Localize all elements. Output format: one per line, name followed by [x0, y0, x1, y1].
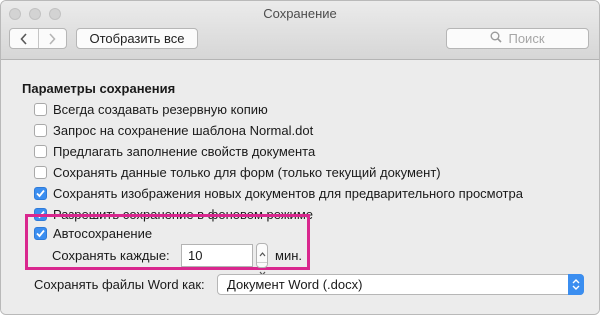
option-save-form-data-only[interactable]: Сохранять данные только для форм (только…	[34, 164, 441, 180]
magnifier-icon	[490, 30, 503, 48]
checkbox[interactable]	[34, 186, 47, 200]
section-title: Параметры сохранения	[22, 81, 176, 96]
forward-button[interactable]	[37, 29, 67, 48]
autosave-interval-unit: мин.	[275, 248, 302, 263]
up-down-arrows-icon	[568, 274, 584, 295]
window-title: Сохранение	[263, 6, 337, 21]
file-format-label: Сохранять файлы Word как:	[34, 277, 205, 292]
autosave-interval-stepper[interactable]	[256, 243, 268, 276]
titlebar: Сохранение Отобразить все Поиск	[1, 1, 599, 60]
option-always-backup[interactable]: Всегда создавать резервную копию	[34, 101, 268, 117]
option-label: Сохранять изображения новых документов д…	[53, 185, 523, 201]
option-prompt-document-properties[interactable]: Предлагать заполнение свойств документа	[34, 143, 315, 159]
option-label: Сохранять данные только для форм (только…	[53, 164, 441, 180]
option-prompt-normal-template[interactable]: Запрос на сохранение шаблона Normal.dot	[34, 122, 313, 138]
chevron-left-icon	[20, 32, 28, 45]
preferences-window: Сохранение Отобразить все Поиск Параметр…	[0, 0, 600, 315]
option-save-preview-images[interactable]: Сохранять изображения новых документов д…	[34, 185, 523, 201]
navigation-group	[9, 28, 67, 49]
option-autosave[interactable]: Автосохранение	[34, 225, 152, 241]
option-label: Запрос на сохранение шаблона Normal.dot	[53, 122, 314, 138]
option-label: Автосохранение	[53, 225, 153, 241]
option-label: Всегда создавать резервную копию	[53, 101, 268, 117]
checkbox[interactable]	[34, 102, 47, 116]
file-format-select[interactable]: Документ Word (.docx)	[217, 274, 584, 295]
checkbox[interactable]	[34, 144, 47, 158]
show-all-button[interactable]: Отобразить все	[76, 28, 198, 49]
file-format-value: Документ Word (.docx)	[227, 277, 363, 292]
back-button[interactable]	[10, 29, 38, 48]
search-placeholder: Поиск	[508, 31, 545, 46]
checkbox[interactable]	[34, 165, 47, 179]
settings-pane: Параметры сохранения Всегда создавать ре…	[1, 61, 599, 314]
stepper-up-button[interactable]	[257, 244, 267, 262]
chevron-right-icon	[48, 32, 56, 45]
autosave-interval-input[interactable]: 10	[181, 244, 253, 267]
checkbox[interactable]	[34, 123, 47, 137]
search-field[interactable]: Поиск	[446, 28, 589, 49]
option-label: Предлагать заполнение свойств документа	[53, 143, 316, 159]
checkbox[interactable]	[34, 226, 47, 240]
chevron-up-icon	[259, 244, 266, 262]
autosave-interval-label: Сохранять каждые:	[52, 248, 170, 263]
